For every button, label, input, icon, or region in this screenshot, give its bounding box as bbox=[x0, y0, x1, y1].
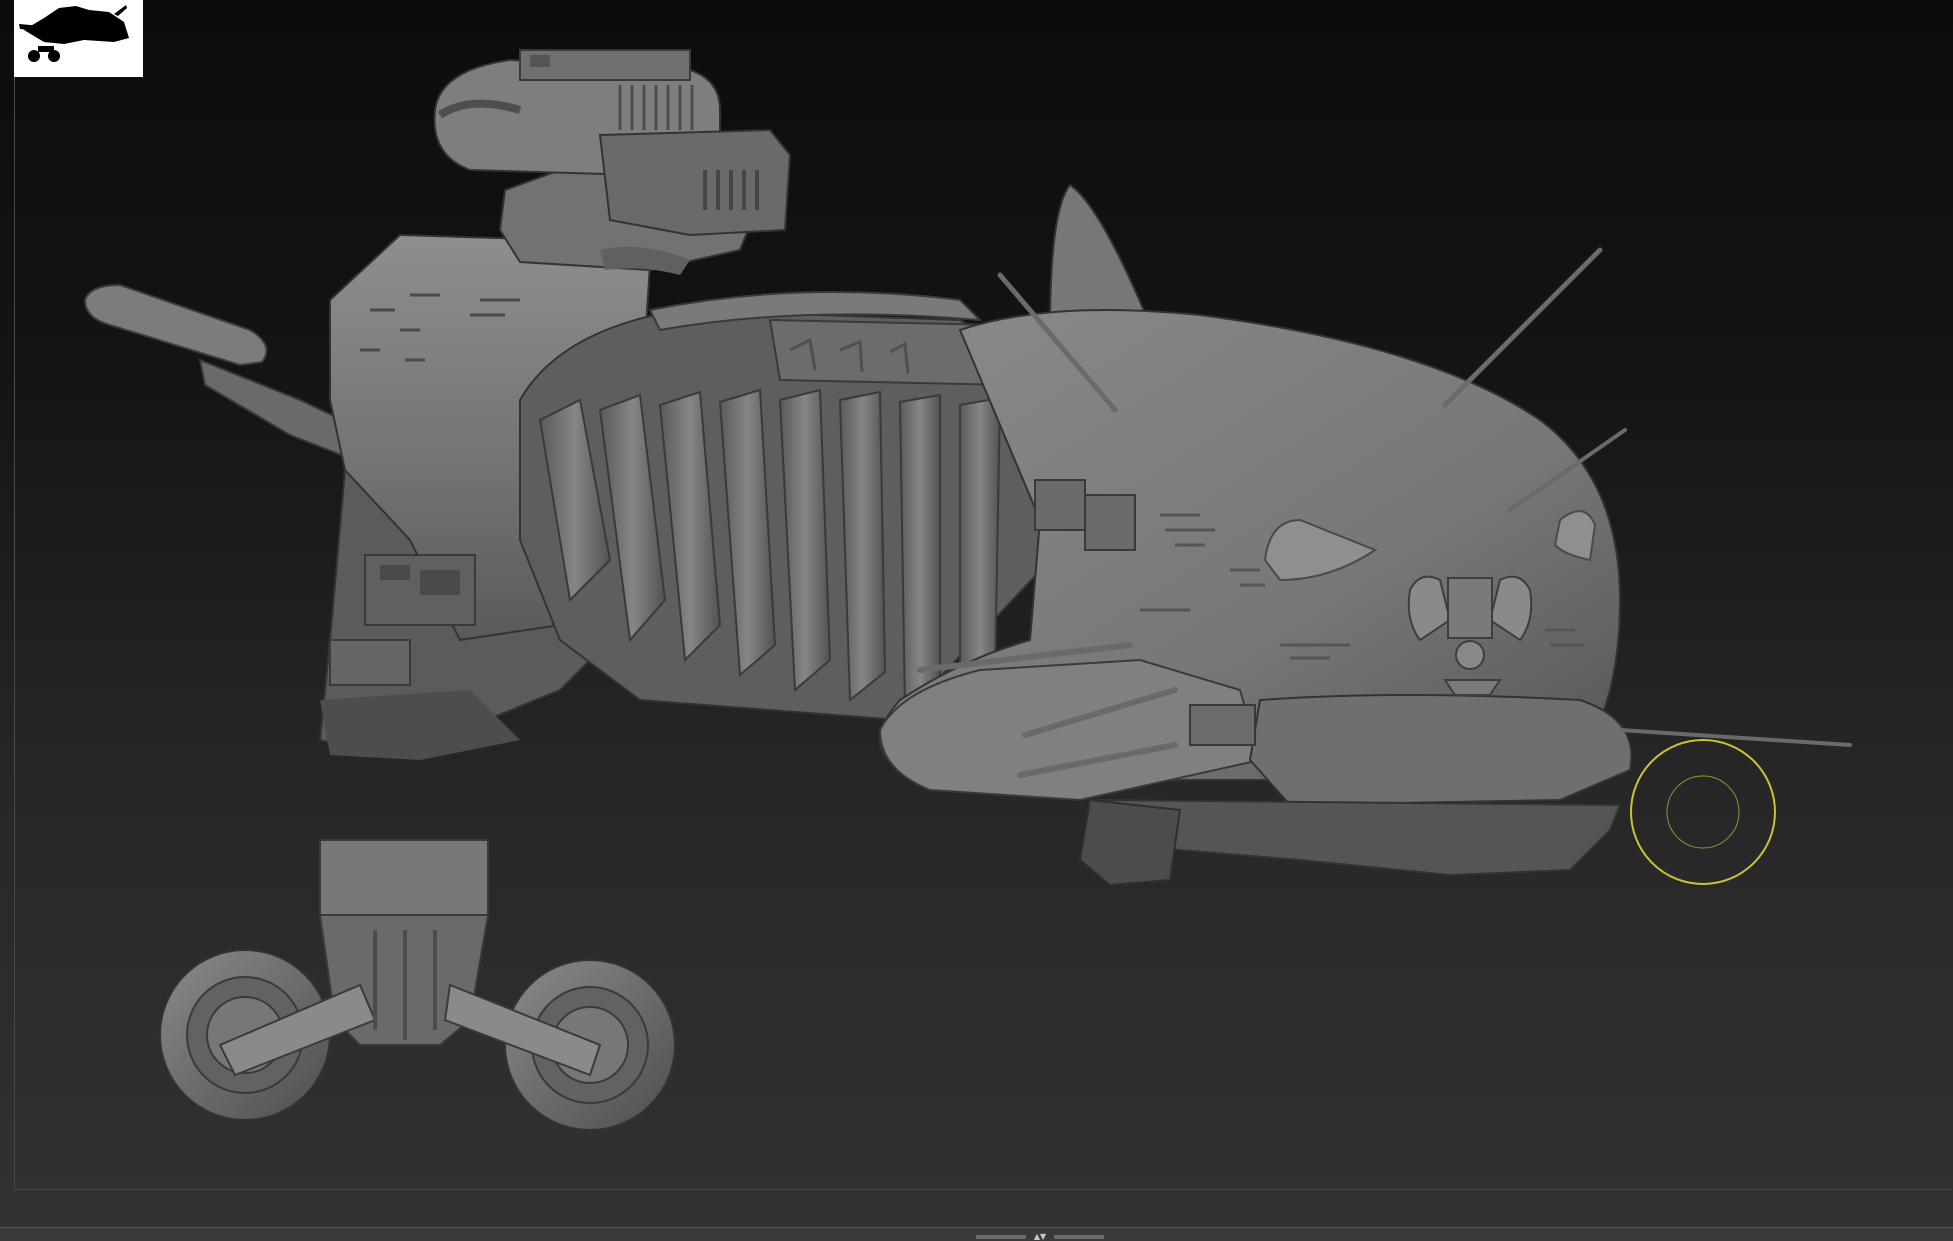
model-silhouette-icon bbox=[19, 5, 129, 62]
sculpt-scene[interactable] bbox=[0, 0, 1953, 1227]
zbrush-canvas-window: ▲▼ bbox=[0, 0, 1953, 1241]
bottom-tray-toggle[interactable]: ▲▼ bbox=[976, 1233, 1104, 1241]
landing-gear bbox=[1078, 798, 1182, 887]
dorsal-fin bbox=[1048, 183, 1152, 332]
tray-handle-right-grip bbox=[1054, 1235, 1104, 1239]
brush-cursor bbox=[1630, 739, 1776, 885]
navigation-thumbnail[interactable] bbox=[14, 0, 143, 77]
3d-viewport[interactable] bbox=[0, 0, 1953, 1227]
tray-toggle-arrows-icon: ▲▼ bbox=[1033, 1232, 1047, 1241]
tray-handle-left-grip bbox=[976, 1235, 1026, 1239]
bike-subtool-model[interactable] bbox=[159, 839, 676, 1131]
ship-model[interactable] bbox=[83, 49, 1852, 887]
